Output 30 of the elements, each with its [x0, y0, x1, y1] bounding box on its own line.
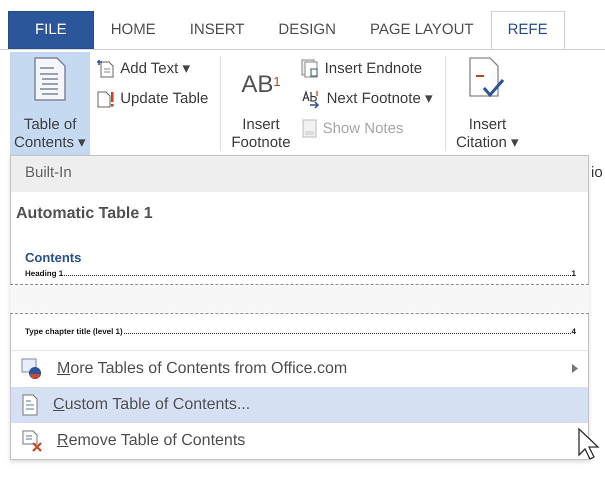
preview-heading: Contents [24, 249, 82, 267]
submenu-arrow-icon [572, 362, 578, 376]
ribbon-label: io [591, 163, 603, 183]
globe-document-icon [21, 358, 43, 380]
insert-footnote-button[interactable]: AB$^{1}$ Insert Footnote [227, 52, 295, 155]
ribbon-tab[interactable]: FILE [8, 11, 94, 49]
document-icon [21, 394, 39, 416]
ribbon-button[interactable]: Update Table [96, 86, 208, 112]
document-warning-icon [96, 89, 116, 109]
menu-item[interactable]: Custom Table of Contents... [11, 386, 588, 422]
gallery-item-title: Automatic Table 1 [15, 204, 154, 224]
remove-document-icon [21, 430, 43, 452]
ribbon-tab[interactable]: REFE [490, 11, 565, 49]
menu-item[interactable]: More Tables of Contents from Office.com [11, 350, 588, 386]
ribbon-tab[interactable]: INSERT [172, 11, 262, 49]
ribbon-button[interactable]: Insert Endnote [300, 56, 433, 82]
document-list-icon [32, 56, 68, 102]
preview-toc-row-text: Type chapter title (level 1) 4 [24, 326, 577, 338]
notes-icon [300, 119, 319, 139]
ribbon-button[interactable]: Add Text ▾ [96, 56, 208, 82]
ribbon-button[interactable]: Next Footnote ▾ [300, 86, 433, 112]
section-header: Built-In [11, 156, 588, 192]
add-text-icon [96, 59, 116, 79]
ribbon-tab[interactable]: PAGE LAYOUT [352, 11, 491, 49]
preview-toc-row-text: Heading 1 1 [24, 268, 577, 280]
ribbon-tab[interactable]: DESIGN [261, 11, 353, 49]
insert-citation-button[interactable]: Insert Citation ▾ [452, 52, 523, 155]
table-of-contents-button[interactable]: Table of Contents ▾ [10, 52, 90, 155]
menu-item[interactable]: Remove Table of Contents [11, 422, 588, 458]
ribbon-tab[interactable]: HOME [94, 11, 173, 49]
